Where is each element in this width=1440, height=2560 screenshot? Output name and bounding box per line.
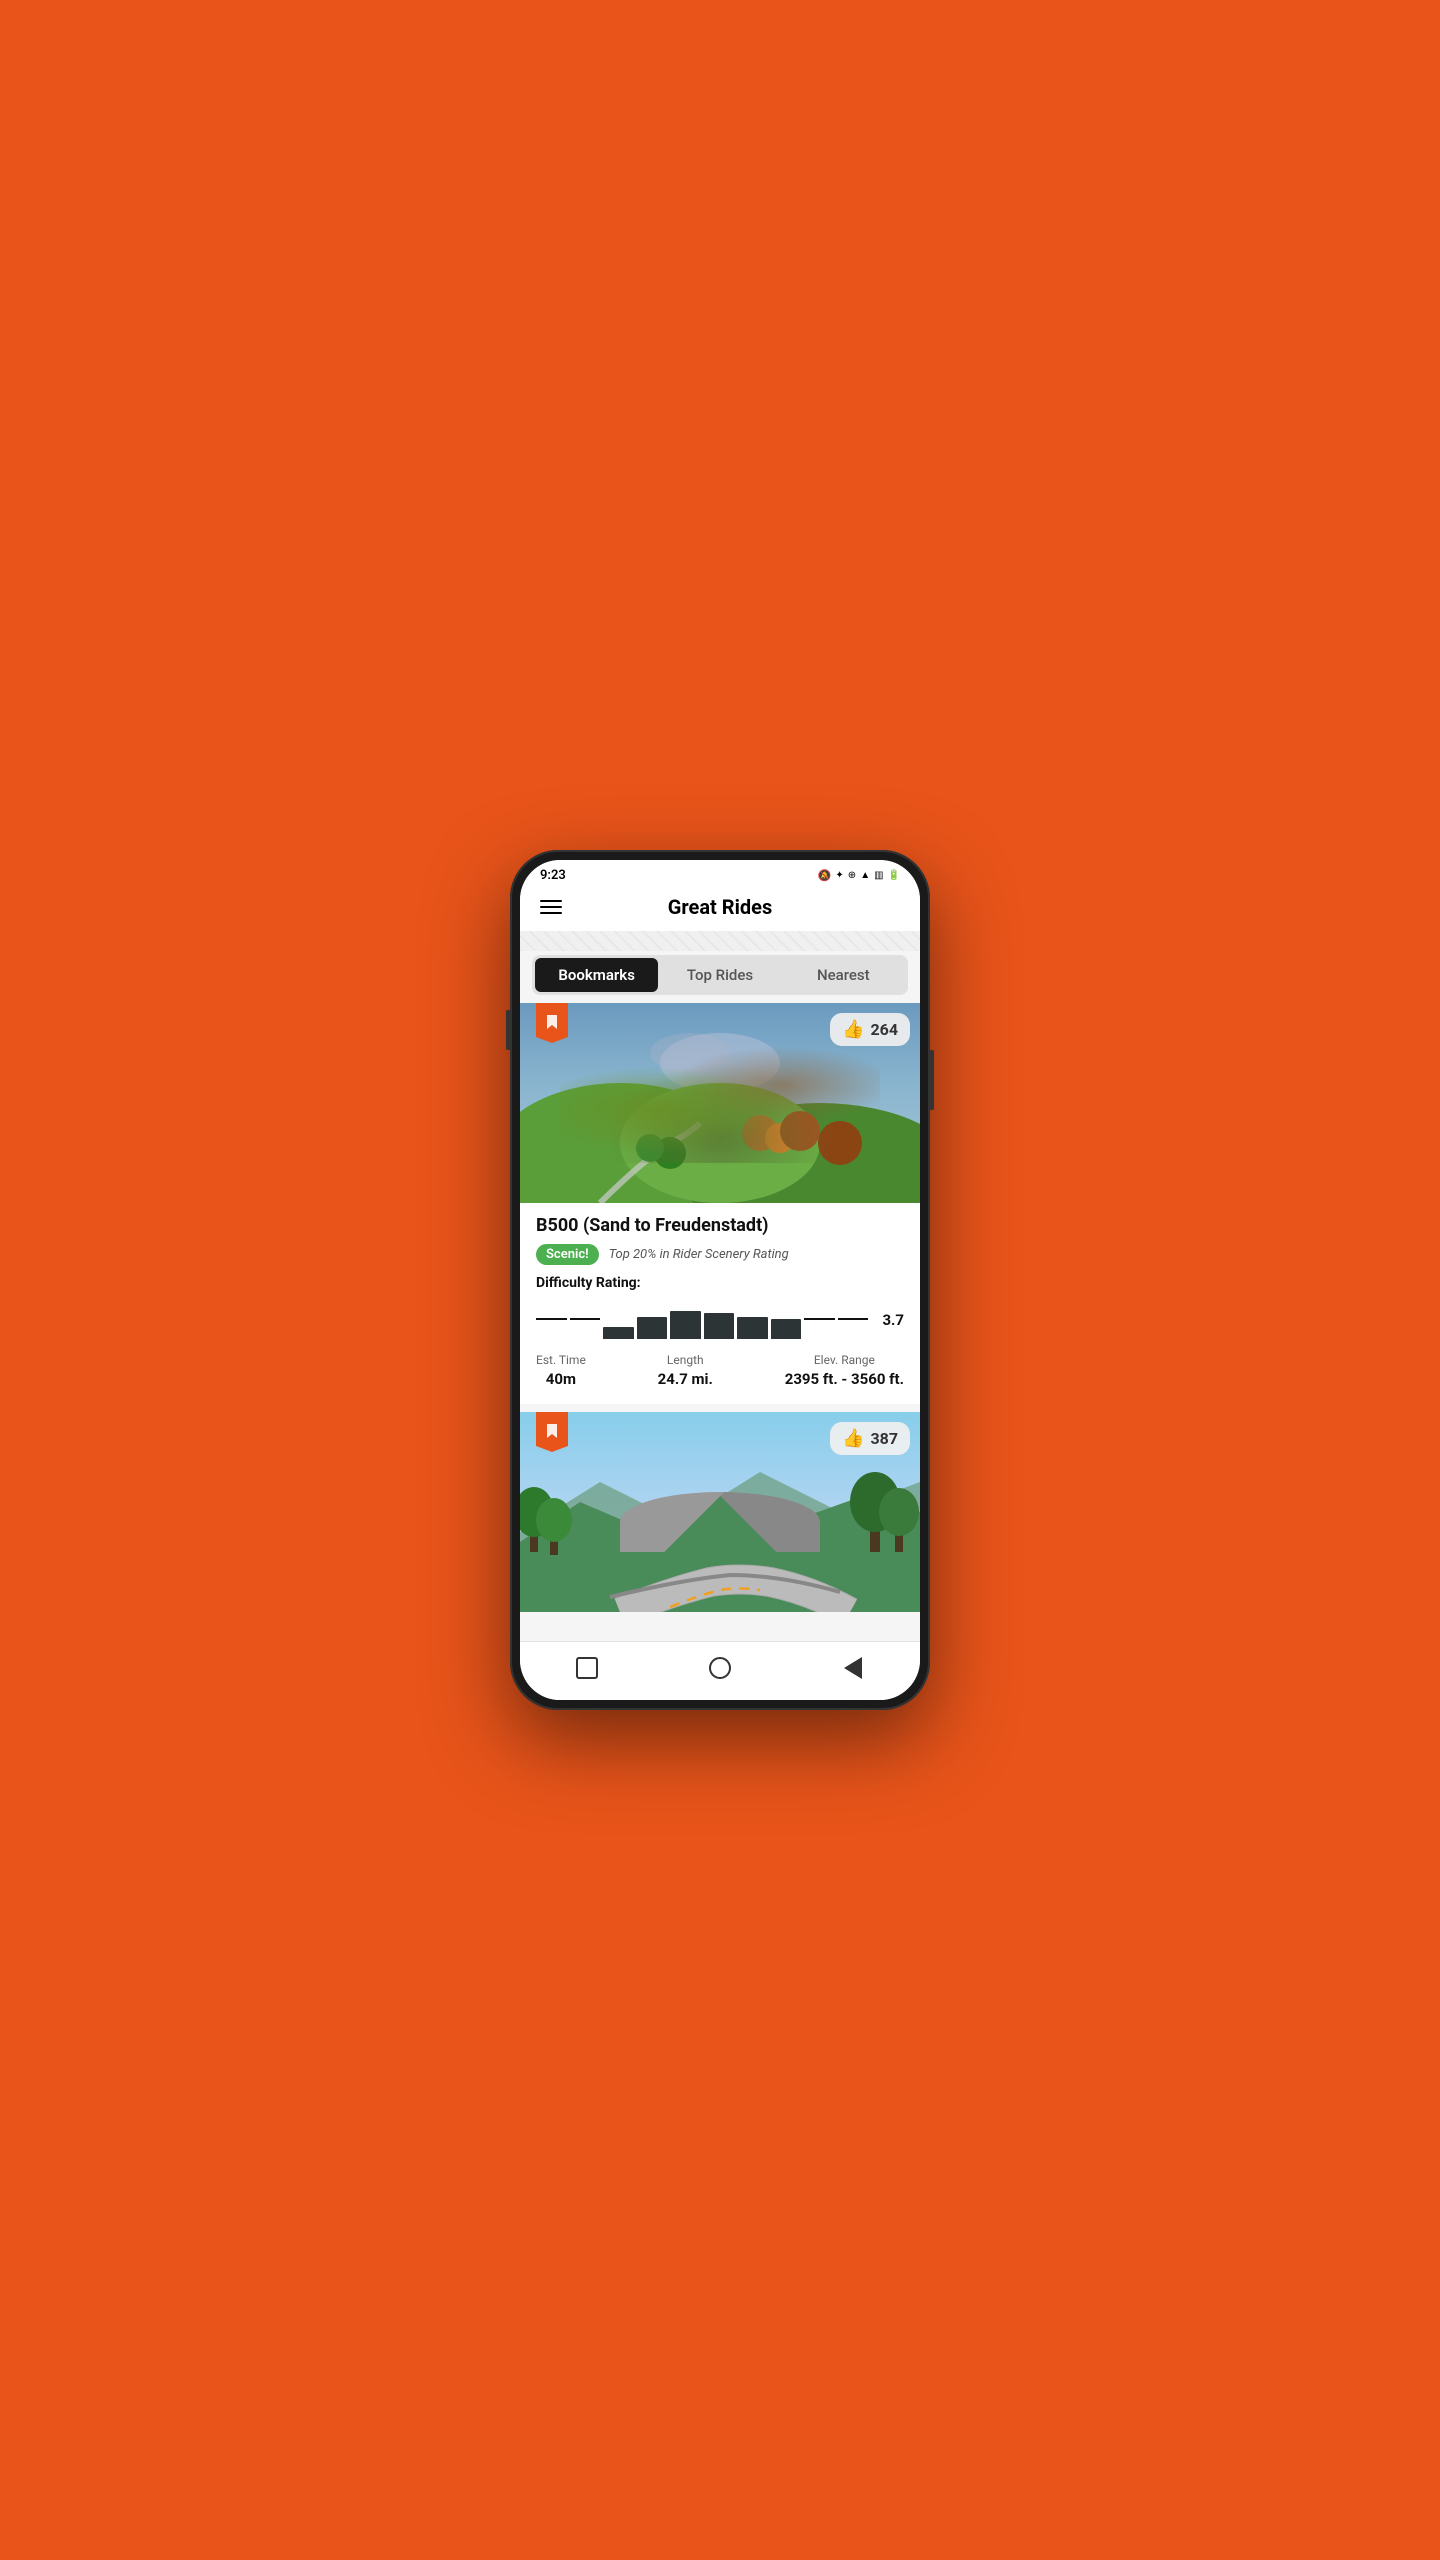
stat-est-time: Est. Time 40m — [536, 1353, 586, 1388]
diff-bar — [603, 1327, 634, 1339]
bell-mute-icon: 🔕 — [818, 869, 832, 882]
menu-button[interactable] — [536, 896, 566, 918]
menu-line-2 — [540, 906, 562, 908]
thumbs-up-icon-2: 👍 — [842, 1428, 864, 1449]
diff-bar — [670, 1311, 701, 1339]
header: Great Rides — [520, 887, 920, 931]
location-icon: ⊕ — [848, 870, 856, 881]
status-icons: 🔕 ✦ ⊕ ▲ ▥ 🔋 — [818, 869, 900, 882]
diff-bar — [637, 1317, 668, 1339]
stats-row: Est. Time 40m Length 24.7 mi. Elev. Rang… — [536, 1353, 904, 1388]
ride-card[interactable]: 👍 387 — [520, 1412, 920, 1612]
difficulty-chart-wrapper: 3.7 — [536, 1299, 904, 1339]
scenic-badge: Scenic! — [536, 1244, 599, 1265]
page-title: Great Rides — [566, 895, 874, 919]
difficulty-chart — [536, 1299, 868, 1339]
diff-line — [570, 1318, 601, 1320]
stat-elev: Elev. Range 2395 ft. - 3560 ft. — [785, 1353, 904, 1388]
battery-icon: 🔋 — [888, 870, 900, 881]
stat-label-length: Length — [658, 1353, 713, 1367]
thumbs-up-icon: 👍 — [842, 1019, 864, 1040]
map-background — [520, 931, 920, 951]
bookmark-svg-2 — [544, 1424, 560, 1440]
signal-icon: ▥ — [874, 870, 883, 881]
card-info: B500 (Sand to Freudenstadt) Scenic! Top … — [520, 1203, 920, 1404]
tab-top-rides[interactable]: Top Rides — [658, 958, 781, 992]
card-image-container: 👍 264 — [520, 1003, 920, 1203]
nav-back-button[interactable] — [835, 1650, 871, 1686]
home-icon — [709, 1657, 731, 1679]
square-icon — [576, 1657, 598, 1679]
menu-line-1 — [540, 900, 562, 902]
status-time: 9:23 — [540, 868, 566, 883]
stat-value-length: 24.7 mi. — [658, 1370, 713, 1388]
tab-bookmarks[interactable]: Bookmarks — [535, 958, 658, 992]
menu-line-3 — [540, 912, 562, 914]
card-image-container-2: 👍 387 — [520, 1412, 920, 1612]
tab-nearest[interactable]: Nearest — [782, 958, 905, 992]
diff-line — [804, 1318, 835, 1320]
like-count-2: 387 — [870, 1429, 898, 1448]
nav-recent-button[interactable] — [569, 1650, 605, 1686]
status-bar: 9:23 🔕 ✦ ⊕ ▲ ▥ 🔋 — [520, 860, 920, 887]
nav-bar — [520, 1641, 920, 1700]
bookmark-icon[interactable] — [536, 1003, 568, 1043]
difficulty-score: 3.7 — [882, 1311, 904, 1327]
stat-length: Length 24.7 mi. — [658, 1353, 713, 1388]
bookmark-svg — [544, 1015, 560, 1031]
stat-value-time: 40m — [546, 1370, 576, 1388]
like-badge[interactable]: 👍 264 — [830, 1013, 910, 1046]
ride-card[interactable]: 👍 264 B500 (Sand to Freudenstadt) Scenic… — [520, 1003, 920, 1404]
like-count: 264 — [870, 1020, 898, 1039]
tab-bar: Bookmarks Top Rides Nearest — [532, 955, 908, 995]
stat-label-time: Est. Time — [536, 1353, 586, 1367]
phone-frame: 9:23 🔕 ✦ ⊕ ▲ ▥ 🔋 Great Rides Book — [510, 850, 930, 1710]
rides-list: 👍 264 B500 (Sand to Freudenstadt) Scenic… — [520, 1003, 920, 1641]
nav-home-button[interactable] — [702, 1650, 738, 1686]
bluetooth-icon: ✦ — [835, 870, 843, 881]
scenic-text: Top 20% in Rider Scenery Rating — [609, 1247, 789, 1262]
difficulty-label: Difficulty Rating: — [536, 1275, 904, 1291]
bookmark-icon-2[interactable] — [536, 1412, 568, 1452]
like-badge-2[interactable]: 👍 387 — [830, 1422, 910, 1455]
scenic-row: Scenic! Top 20% in Rider Scenery Rating — [536, 1244, 904, 1265]
diff-line — [838, 1318, 869, 1320]
diff-bar — [771, 1319, 802, 1339]
stat-value-elev: 2395 ft. - 3560 ft. — [785, 1370, 904, 1388]
back-icon — [844, 1657, 862, 1679]
diff-line — [536, 1318, 567, 1320]
card-title: B500 (Sand to Freudenstadt) — [536, 1215, 904, 1236]
wifi-icon: ▲ — [860, 870, 870, 881]
phone-screen: 9:23 🔕 ✦ ⊕ ▲ ▥ 🔋 Great Rides Book — [520, 860, 920, 1700]
diff-bar — [704, 1313, 735, 1339]
stat-label-elev: Elev. Range — [785, 1353, 904, 1367]
diff-bar — [737, 1317, 768, 1339]
